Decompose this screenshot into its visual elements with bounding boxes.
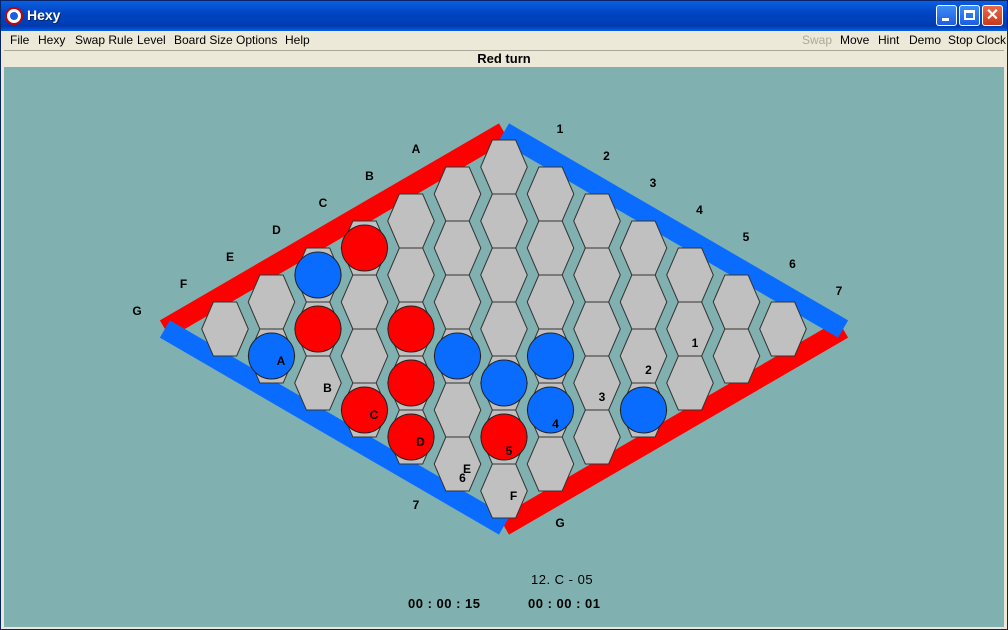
board-area: AA11BB22CC33DD44EE55FF66GG77: [4, 67, 1004, 627]
number-label: 5: [743, 230, 750, 244]
hex-cell[interactable]: [573, 355, 621, 411]
number-label: 6: [459, 471, 466, 485]
hex-cell[interactable]: [619, 274, 668, 330]
number-label: 4: [696, 203, 703, 217]
red-stone[interactable]: [387, 305, 435, 353]
red-stone[interactable]: [480, 413, 528, 461]
maximize-button[interactable]: [959, 5, 980, 26]
number-label: 6: [789, 257, 796, 271]
menu-level[interactable]: Level: [137, 33, 166, 47]
menu-hexy[interactable]: Hexy: [38, 33, 65, 47]
red-stone[interactable]: [341, 386, 388, 434]
hex-cell[interactable]: [433, 274, 482, 330]
close-icon: ✕: [985, 7, 1000, 24]
hex-cell[interactable]: [387, 247, 435, 303]
hex-cell[interactable]: [619, 328, 668, 384]
letter-label: G: [555, 516, 564, 530]
letter-label: F: [510, 489, 517, 503]
letter-label: F: [180, 277, 187, 291]
number-label: 3: [650, 176, 657, 190]
turn-status: Red turn: [4, 50, 1004, 67]
blue-stone[interactable]: [248, 332, 295, 380]
number-label: 2: [603, 149, 610, 163]
minimize-icon: [942, 18, 949, 21]
menu-help[interactable]: Help: [285, 33, 310, 47]
hex-board[interactable]: AA11BB22CC33DD44EE55FF66GG77: [4, 67, 1004, 627]
menu-move[interactable]: Move: [840, 33, 869, 47]
menu-hint[interactable]: Hint: [878, 33, 899, 47]
blue-stone[interactable]: [294, 251, 342, 299]
letter-label: A: [412, 142, 421, 156]
minimize-button[interactable]: [936, 5, 957, 26]
hex-cell[interactable]: [340, 328, 389, 384]
number-label: 1: [557, 122, 564, 136]
hex-cell[interactable]: [433, 220, 482, 276]
letter-label: A: [277, 354, 286, 368]
letter-label: D: [272, 223, 281, 237]
blue-clock: 00 : 00 : 01: [528, 596, 601, 611]
number-label: 3: [599, 390, 606, 404]
letter-label: B: [365, 169, 374, 183]
number-label: 4: [552, 417, 559, 431]
hex-cell[interactable]: [480, 301, 528, 357]
maximize-icon: [964, 10, 975, 20]
red-stone[interactable]: [341, 224, 388, 272]
hex-cell[interactable]: [526, 220, 575, 276]
menu-swap-rule[interactable]: Swap Rule: [75, 33, 133, 47]
red-stone[interactable]: [294, 305, 342, 353]
title-bar[interactable]: Hexy ✕: [1, 1, 1007, 31]
menu-bar: File Hexy Swap Rule Level Board Size Opt…: [4, 31, 1006, 50]
last-move: 12. C - 05: [531, 572, 594, 587]
blue-stone[interactable]: [620, 386, 667, 434]
blue-stone[interactable]: [434, 332, 481, 380]
menu-stop-clock[interactable]: Stop Clock: [948, 33, 1006, 47]
red-clock: 00 : 00 : 15: [408, 596, 481, 611]
letter-label: C: [370, 408, 379, 422]
blue-stone[interactable]: [480, 359, 528, 407]
hex-cell[interactable]: [526, 274, 575, 330]
blue-stone[interactable]: [527, 332, 574, 380]
letter-label: G: [132, 304, 141, 318]
menu-options[interactable]: Options: [236, 33, 277, 47]
hex-cell[interactable]: [480, 247, 528, 303]
blue-stone[interactable]: [527, 386, 574, 434]
menu-file[interactable]: File: [10, 33, 29, 47]
hexy-window: Hexy ✕ File Hexy Swap Rule Level Board S…: [0, 0, 1008, 630]
hex-cell[interactable]: [433, 382, 482, 438]
menu-board-size[interactable]: Board Size: [174, 33, 233, 47]
red-stone[interactable]: [387, 359, 435, 407]
menu-demo[interactable]: Demo: [909, 33, 941, 47]
hex-cell[interactable]: [666, 301, 714, 357]
red-stone[interactable]: [387, 413, 435, 461]
hex-cell[interactable]: [340, 274, 389, 330]
hex-cell[interactable]: [480, 193, 528, 249]
number-label: 5: [506, 444, 513, 458]
hex-cell[interactable]: [573, 301, 621, 357]
close-button[interactable]: ✕: [982, 5, 1003, 26]
window-title: Hexy: [27, 7, 61, 23]
number-label: 7: [413, 498, 420, 512]
number-label: 2: [645, 363, 652, 377]
letter-label: E: [226, 250, 234, 264]
number-label: 7: [836, 284, 843, 298]
letter-label: D: [416, 435, 425, 449]
letter-label: B: [323, 381, 332, 395]
menu-swap: Swap: [802, 33, 833, 47]
number-label: 1: [692, 336, 699, 350]
hex-cell[interactable]: [573, 247, 621, 303]
letter-label: C: [319, 196, 328, 210]
hexy-app-icon[interactable]: [5, 7, 23, 25]
